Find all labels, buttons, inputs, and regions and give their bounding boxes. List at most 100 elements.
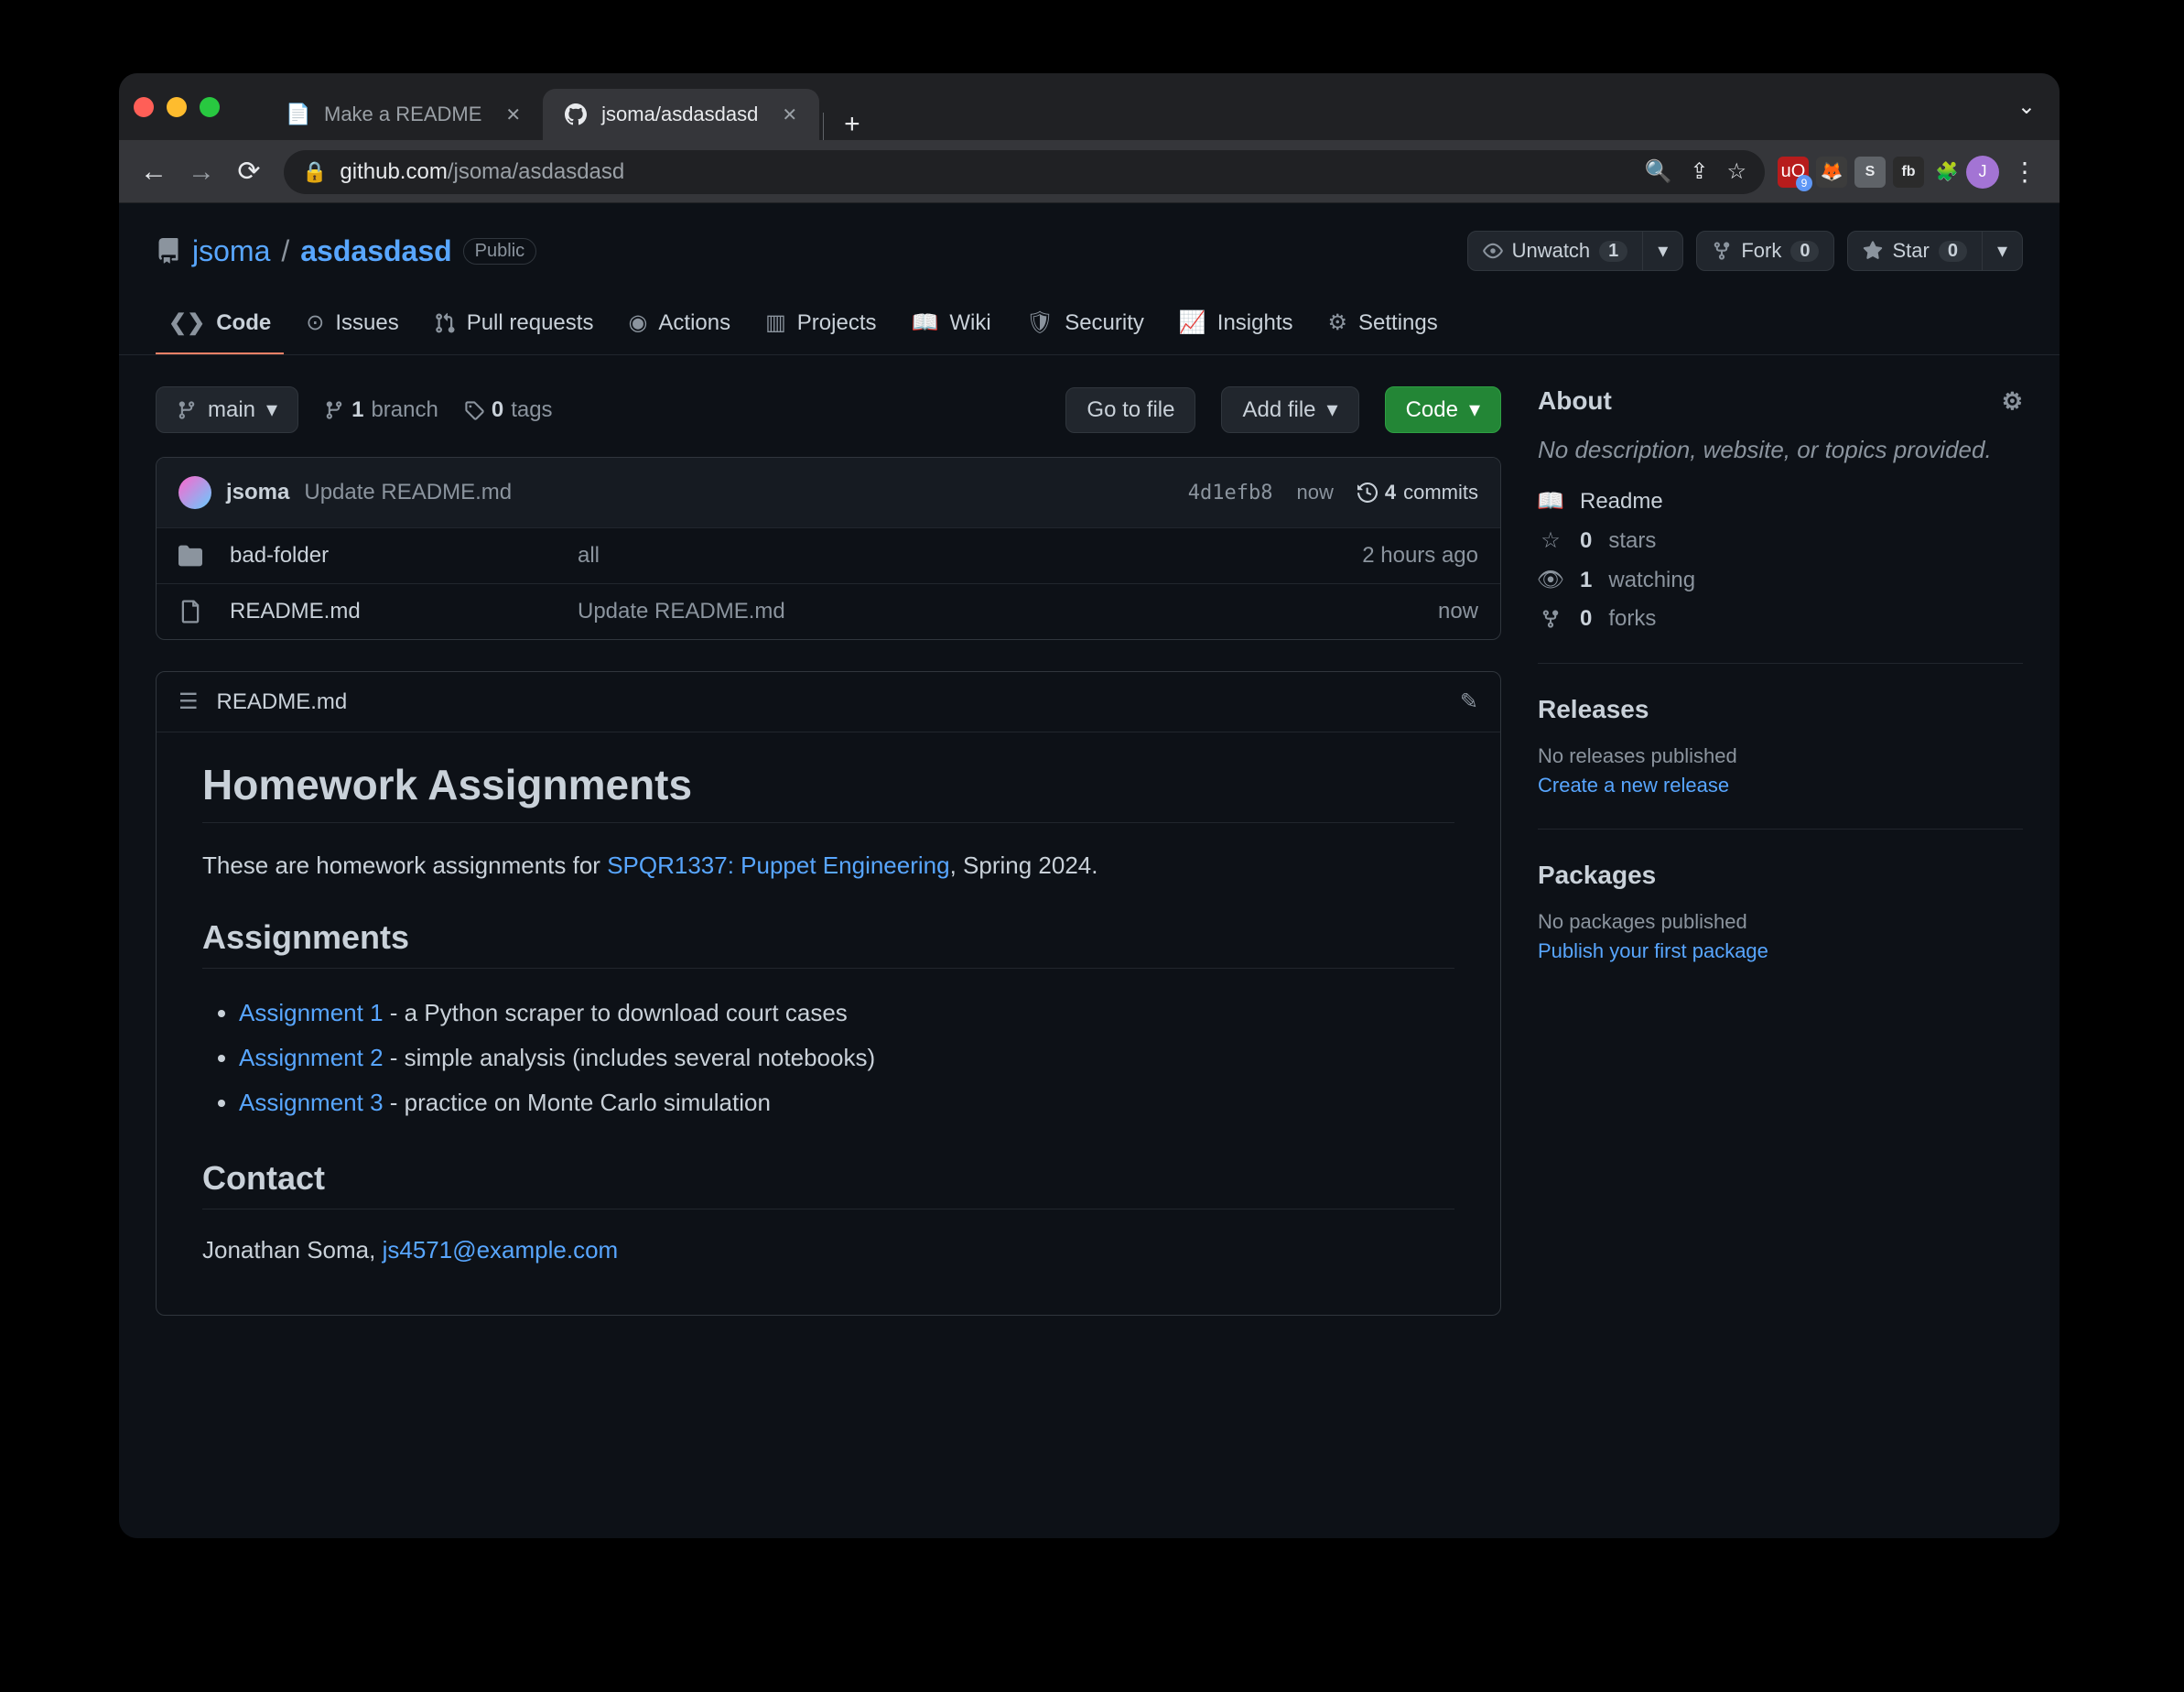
titlebar: 📄 Make a README ✕ jsoma/asdasdasd ✕ + ⌄ [119,73,2060,141]
tab-label: Projects [797,310,877,336]
page-content[interactable]: jsoma / asdasdasd Public Unwatch 1 ▾ [119,203,2060,1538]
address-bar[interactable]: 🔒 github.com/jsoma/asdasdasd 🔍 ⇪ ☆ [284,150,1765,194]
releases-heading[interactable]: Releases [1538,695,2023,724]
repo-name-link[interactable]: asdasdasd [300,234,451,268]
forks-link[interactable]: 0 forks [1538,606,2023,632]
commit-author[interactable]: jsoma [226,480,289,505]
go-to-file-button[interactable]: Go to file [1065,387,1195,433]
star-button[interactable]: Star 0 ▾ [1847,231,2023,271]
extension-icon[interactable]: fb [1893,157,1924,188]
eye-icon: 👁 [1538,567,1563,593]
latest-commit-row[interactable]: jsoma Update README.md 4d1efb8 now 4 com… [157,458,1500,527]
fork-button[interactable]: Fork 0 [1696,231,1834,271]
tab-label: Actions [658,310,730,336]
tab-code[interactable]: ❮❯Code [156,297,284,354]
tab-pulls[interactable]: Pull requests [421,297,607,354]
contact-email-link[interactable]: js4571@example.com [383,1236,619,1264]
commit-hash[interactable]: 4d1efb8 [1188,482,1273,504]
extension-ublock-icon[interactable]: uO [1778,157,1809,188]
readme-content: Homework Assignments These are homework … [157,732,1500,1315]
tab-issues[interactable]: ⊙Issues [293,297,411,354]
back-button[interactable]: ← [132,150,176,194]
new-tab-button[interactable]: + [827,109,877,140]
extension-icon[interactable]: S [1854,157,1886,188]
maximize-window-button[interactable] [200,97,220,117]
caret-down-icon: ▾ [266,396,277,423]
about-list: 📖Readme ☆0 stars 👁1 watching 0 forks [1538,488,2023,632]
file-name[interactable]: README.md [230,599,578,624]
course-link[interactable]: SPQR1337: Puppet Engineering [607,851,949,879]
tab-wiki[interactable]: 📖Wiki [899,297,1004,354]
close-tab-icon[interactable]: ✕ [505,103,521,126]
unwatch-button[interactable]: Unwatch 1 ▾ [1467,231,1684,271]
forward-button[interactable]: → [179,150,223,194]
extension-icon[interactable]: 🦊 [1816,157,1847,188]
browser-menu-icon[interactable]: ⋮ [2003,157,2047,187]
watching-link[interactable]: 👁1 watching [1538,567,2023,593]
graph-icon: 📈 [1179,309,1206,336]
caret-down-icon[interactable]: ▾ [1642,232,1682,270]
tag-count-link[interactable]: 0 tags [464,397,553,423]
commits-link[interactable]: 4 commits [1357,481,1478,504]
close-window-button[interactable] [134,97,154,117]
commit-message[interactable]: Update README.md [304,480,512,505]
stars-link[interactable]: ☆0 stars [1538,527,2023,554]
branch-count-link[interactable]: 1 branch [324,397,438,423]
file-commit-msg[interactable]: Update README.md [578,599,1438,624]
tab-projects[interactable]: ▥Projects [752,297,889,354]
publish-package-link[interactable]: Publish your first package [1538,939,1768,962]
gear-icon[interactable]: ⚙ [2002,387,2023,416]
assignment-link[interactable]: Assignment 2 [239,1044,384,1071]
url-path: /jsoma/asdasdasd [448,159,624,184]
tab-insights[interactable]: 📈 Insights [1166,297,1306,354]
file-row[interactable]: README.md Update README.md now [157,583,1500,639]
tab-overflow-button[interactable]: ⌄ [2008,93,2045,120]
browser-tab-0[interactable]: 📄 Make a README ✕ [265,89,543,140]
button-label: Fork [1741,239,1781,263]
repo-owner-link[interactable]: jsoma [192,234,270,268]
minimize-window-button[interactable] [167,97,187,117]
file-row[interactable]: bad-folder all 2 hours ago [157,527,1500,583]
browser-tab-1[interactable]: jsoma/asdasdasd ✕ [543,89,819,140]
extensions-menu-icon[interactable]: 🧩 [1931,157,1962,188]
label: stars [1608,528,1656,554]
readme-link[interactable]: 📖Readme [1538,488,2023,515]
author-avatar[interactable] [178,476,211,509]
file-toolbar: main ▾ 1 branch 0 tags Go to file [156,386,1501,433]
add-file-button[interactable]: Add file ▾ [1221,386,1358,433]
caret-down-icon[interactable]: ▾ [1982,232,2022,270]
profile-avatar[interactable]: J [1966,156,1999,189]
create-release-link[interactable]: Create a new release [1538,774,1729,797]
readme-filename[interactable]: README.md [217,689,348,715]
branch-icon [177,400,197,420]
list-icon[interactable]: ☰ [178,689,199,715]
packages-heading[interactable]: Packages [1538,861,2023,890]
file-name[interactable]: bad-folder [230,543,578,569]
zoom-icon[interactable]: 🔍 [1644,158,1671,185]
file-commit-msg[interactable]: all [578,543,1362,569]
button-label: Code [1406,397,1458,423]
tab-settings[interactable]: ⚙Settings [1315,297,1451,354]
repo-actions: Unwatch 1 ▾ Fork 0 [1467,231,2023,271]
repo-title-row: jsoma / asdasdasd Public Unwatch 1 ▾ [156,231,2023,271]
tab-actions[interactable]: ◉Actions [615,297,743,354]
close-tab-icon[interactable]: ✕ [782,103,797,126]
assignment-link[interactable]: Assignment 1 [239,999,384,1026]
file-icon [178,600,202,624]
pencil-icon[interactable]: ✎ [1460,689,1478,715]
assignment-link[interactable]: Assignment 3 [239,1089,384,1116]
code-button[interactable]: Code ▾ [1385,386,1501,433]
readme-header: ☰ README.md ✎ [157,672,1500,732]
tab-label: Insights [1217,310,1293,336]
branch-picker[interactable]: main ▾ [156,386,298,433]
tab-security[interactable]: 🛡Security [1013,297,1157,354]
reload-button[interactable]: ⟳ [227,150,271,194]
issues-icon: ⊙ [306,309,324,336]
folder-icon [178,544,202,568]
share-icon[interactable]: ⇪ [1690,158,1708,185]
star-icon [1863,241,1883,261]
list-item: Assignment 1 - a Python scraper to downl… [239,991,1454,1036]
browser-window: 📄 Make a README ✕ jsoma/asdasdasd ✕ + ⌄ … [119,73,2060,1538]
history-icon [1357,483,1378,503]
bookmark-icon[interactable]: ☆ [1726,158,1746,185]
